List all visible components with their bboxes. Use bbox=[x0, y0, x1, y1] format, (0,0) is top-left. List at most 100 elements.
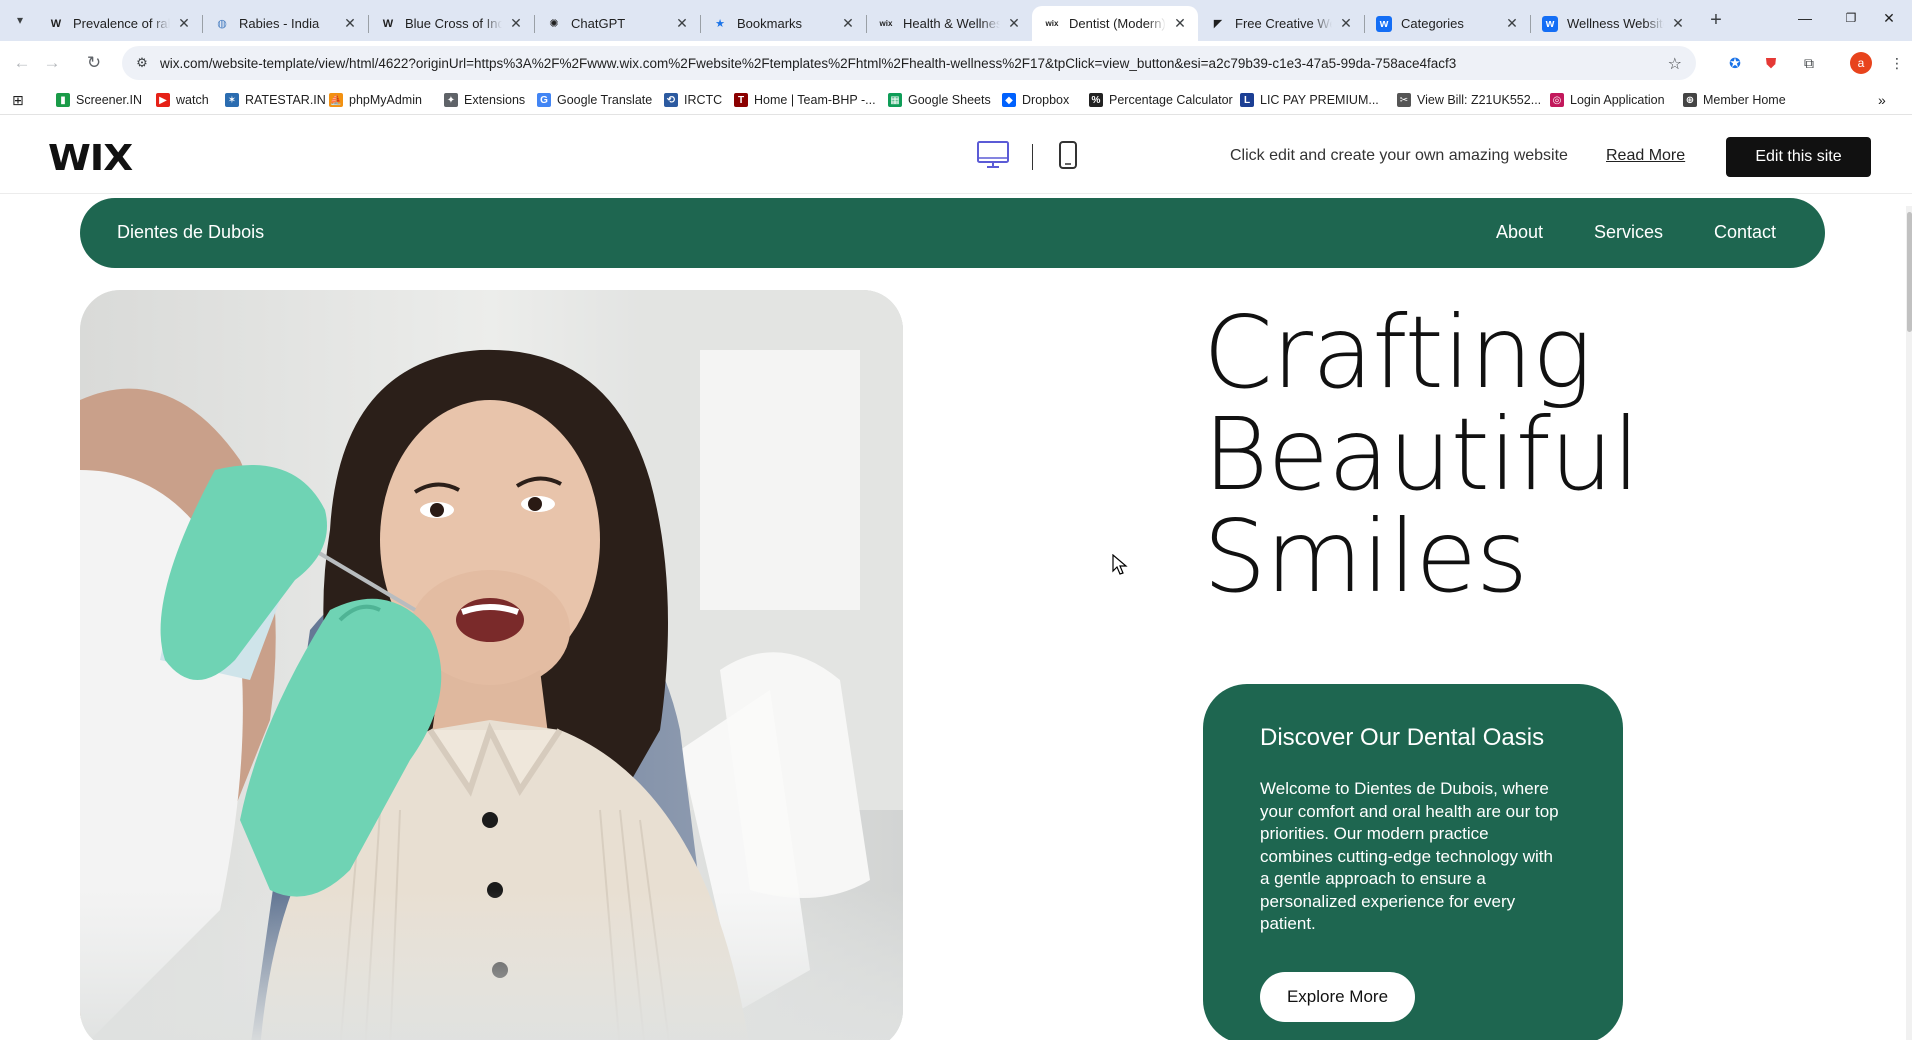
bookmark-label: Google Translate bbox=[557, 93, 653, 107]
globe-favicon-icon: ◍ bbox=[217, 18, 227, 30]
bookmark-item[interactable]: ◎ Login Application bbox=[1550, 91, 1665, 109]
bookmark-label: phpMyAdmin bbox=[349, 93, 422, 107]
webflow-favicon-icon: w bbox=[1542, 15, 1558, 32]
W-favicon-icon: W bbox=[382, 17, 394, 30]
tab-close-icon[interactable]: ✕ bbox=[176, 15, 192, 32]
bookmark-item[interactable]: ▶ watch bbox=[156, 91, 209, 109]
browser-tab[interactable]: ◍ Rabies - India ✕ bbox=[202, 6, 368, 41]
bookmark-favicon-icon: ✦ bbox=[444, 93, 458, 107]
desktop-view-icon[interactable] bbox=[976, 140, 1010, 170]
mobile-view-icon[interactable] bbox=[1058, 140, 1078, 170]
hero-headline: Crafting Beautiful Smiles bbox=[1203, 302, 1803, 608]
tab-title: ChatGPT bbox=[571, 16, 626, 31]
bookmark-favicon-icon: ✶ bbox=[225, 93, 239, 107]
browser-tab[interactable]: ✺ ChatGPT ✕ bbox=[534, 6, 700, 41]
edit-this-site-button[interactable]: Edit this site bbox=[1726, 137, 1871, 177]
tab-title: Wellness Website bbox=[1567, 16, 1664, 31]
browser-menu-icon[interactable]: ⋮ bbox=[1886, 52, 1908, 74]
bookmark-label: Login Application bbox=[1570, 93, 1665, 107]
tab-close-icon[interactable]: ✕ bbox=[840, 15, 856, 32]
reload-icon[interactable]: ↻ bbox=[80, 49, 108, 77]
bookmark-label: View Bill: Z21UK552... bbox=[1417, 93, 1542, 107]
bookmark-label: Dropbox bbox=[1022, 93, 1070, 107]
bookmark-item[interactable]: % Percentage Calculator bbox=[1089, 91, 1233, 109]
nav-about[interactable]: About bbox=[1496, 222, 1543, 243]
site-brand[interactable]: Dientes de Dubois bbox=[117, 222, 264, 243]
tab-title: Blue Cross of Indi bbox=[405, 16, 502, 31]
site-preview: Dientes de Dubois About Services Contact bbox=[0, 194, 1912, 1040]
explore-more-button[interactable]: Explore More bbox=[1260, 972, 1415, 1022]
bookmark-favicon-icon: ▮ bbox=[56, 93, 70, 107]
bookmark-item[interactable]: G Google Translate bbox=[537, 91, 652, 109]
page-scrollbar-thumb[interactable] bbox=[1907, 212, 1912, 332]
bookmark-item[interactable]: ◆ Dropbox bbox=[1002, 91, 1069, 109]
profile-avatar[interactable]: a bbox=[1850, 52, 1872, 74]
W-favicon-icon: W bbox=[50, 17, 62, 30]
tab-close-icon[interactable]: ✕ bbox=[342, 15, 358, 32]
bookmark-favicon-icon: G bbox=[537, 93, 551, 107]
browser-tab[interactable]: W Prevalence of rab ✕ bbox=[36, 6, 202, 41]
extension-globe-icon[interactable]: ✪ bbox=[1724, 52, 1746, 74]
tab-title: Prevalence of rab bbox=[73, 16, 170, 31]
wix-logo[interactable]: WIX bbox=[48, 138, 133, 179]
extensions-puzzle-icon[interactable]: ⧉ bbox=[1798, 52, 1820, 74]
site-info-icon[interactable]: ⚙ bbox=[134, 55, 150, 71]
apps-grid-icon[interactable]: ⊞ bbox=[12, 91, 24, 109]
tab-title: Dentist (Modern) bbox=[1069, 16, 1166, 31]
bookmark-label: Member Home bbox=[1703, 93, 1786, 107]
bookmark-item[interactable]: ⟲ IRCTC bbox=[664, 91, 722, 109]
tab-title: Bookmarks bbox=[737, 16, 803, 31]
nav-services[interactable]: Services bbox=[1594, 222, 1663, 243]
bookmark-star-icon[interactable]: ☆ bbox=[1668, 54, 1682, 74]
bookmark-item[interactable]: ▦ Google Sheets bbox=[888, 91, 991, 109]
browser-tab[interactable]: ◤ Free Creative Wel ✕ bbox=[1198, 6, 1364, 41]
nav-contact[interactable]: Contact bbox=[1714, 222, 1776, 243]
bookmark-item[interactable]: ⊕ Member Home bbox=[1683, 91, 1786, 109]
bookmark-favicon-icon: ▶ bbox=[156, 93, 170, 107]
bookmark-favicon-icon: ▦ bbox=[888, 93, 902, 107]
star-favicon-icon: ★ bbox=[715, 18, 725, 30]
bookmark-item[interactable]: ✶ RATESTAR.IN bbox=[225, 91, 326, 109]
headline-line-1: Crafting bbox=[1203, 294, 1592, 411]
tab-close-icon[interactable]: ✕ bbox=[1338, 15, 1354, 32]
close-window-icon[interactable]: ✕ bbox=[1866, 0, 1912, 36]
view-divider bbox=[1032, 144, 1033, 170]
bookmark-item[interactable]: T Home | Team-BHP -... bbox=[734, 91, 876, 109]
back-arrow-icon[interactable]: ← bbox=[8, 49, 36, 77]
new-tab-plus-icon[interactable]: + bbox=[1702, 8, 1730, 32]
tab-close-icon[interactable]: ✕ bbox=[674, 15, 690, 32]
forward-arrow-icon[interactable]: → bbox=[38, 49, 66, 77]
tab-search-chevron-icon[interactable]: ▾ bbox=[6, 8, 34, 32]
bookmark-favicon-icon: % bbox=[1089, 93, 1103, 107]
browser-tab[interactable]: wix Health & Wellnes ✕ bbox=[866, 6, 1032, 41]
bookmark-label: Home | Team-BHP -... bbox=[754, 93, 876, 107]
tab-close-icon[interactable]: ✕ bbox=[1670, 15, 1686, 32]
read-more-link[interactable]: Read More bbox=[1606, 147, 1685, 165]
extension-shield-icon[interactable]: ⛊ bbox=[1760, 52, 1782, 74]
bookmark-label: Screener.IN bbox=[76, 93, 143, 107]
bookmark-item[interactable]: L LIC PAY PREMIUM... bbox=[1240, 91, 1379, 109]
url-text[interactable]: wix.com/website-template/view/html/4622?… bbox=[160, 56, 1456, 71]
tab-close-icon[interactable]: ✕ bbox=[1006, 15, 1022, 32]
browser-tab[interactable]: w Wellness Website ✕ bbox=[1530, 6, 1696, 41]
bookmark-item[interactable]: ✂ View Bill: Z21UK552... bbox=[1397, 91, 1541, 109]
tab-close-icon[interactable]: ✕ bbox=[508, 15, 524, 32]
bookmark-item[interactable]: ▮ Screener.IN bbox=[56, 91, 142, 109]
mouse-cursor-icon bbox=[1112, 554, 1128, 575]
browser-tab[interactable]: ★ Bookmarks ✕ bbox=[700, 6, 866, 41]
tab-close-icon[interactable]: ✕ bbox=[1504, 15, 1520, 32]
headline-line-3: Smiles bbox=[1203, 498, 1528, 615]
bookmark-item[interactable]: ✦ Extensions bbox=[444, 91, 525, 109]
browser-tab[interactable]: wix Dentist (Modern) ✕ bbox=[1032, 6, 1198, 41]
dental-oasis-card: Discover Our Dental Oasis Welcome to Die… bbox=[1203, 684, 1623, 1040]
tab-close-icon[interactable]: ✕ bbox=[1172, 15, 1188, 32]
framer-favicon-icon: ◤ bbox=[1213, 18, 1223, 30]
bookmark-label: IRCTC bbox=[684, 93, 723, 107]
minimize-icon[interactable]: — bbox=[1782, 0, 1828, 36]
more-bookmarks-chevron-icon[interactable]: » bbox=[1878, 91, 1886, 109]
browser-tab[interactable]: W Blue Cross of Indi ✕ bbox=[368, 6, 534, 41]
wix-favicon-icon: wix bbox=[1045, 19, 1059, 28]
address-bar[interactable]: ⚙ wix.com/website-template/view/html/462… bbox=[122, 46, 1696, 80]
bookmark-item[interactable]: ⛵ phpMyAdmin bbox=[329, 91, 422, 109]
browser-tab[interactable]: w Categories ✕ bbox=[1364, 6, 1530, 41]
